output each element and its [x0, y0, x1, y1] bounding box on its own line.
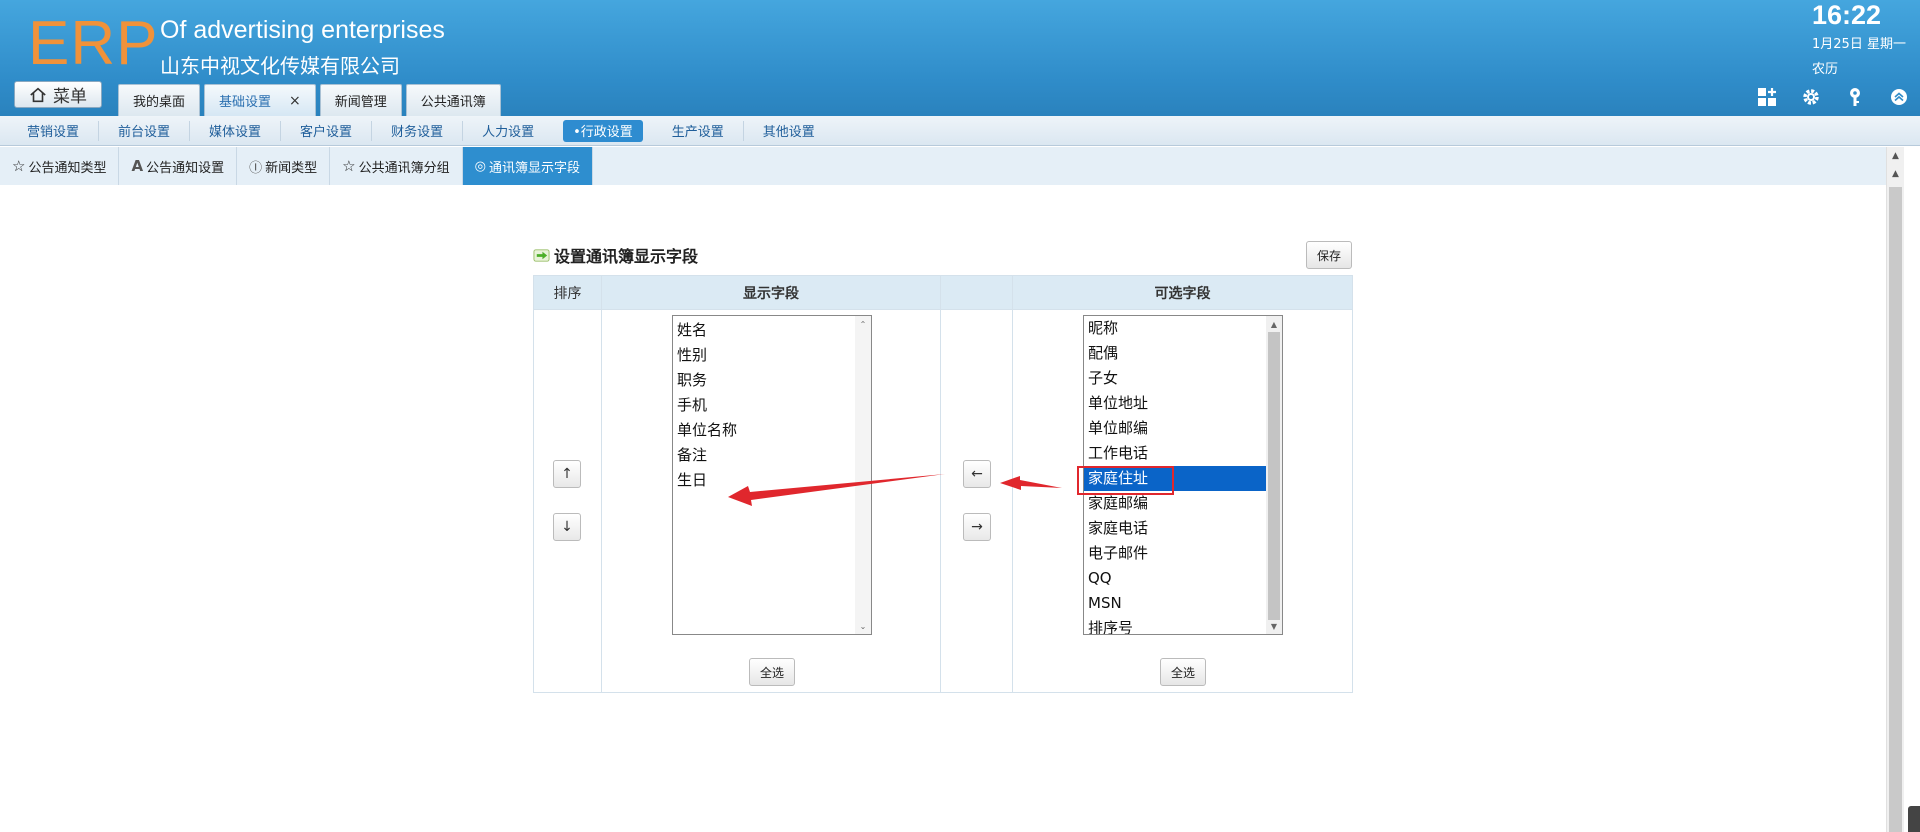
list-item[interactable]: 家庭电话 — [1084, 516, 1282, 541]
list-item[interactable]: 排序号 — [1084, 616, 1282, 634]
header-toolbar — [1756, 86, 1910, 108]
list-item[interactable]: 性别 — [673, 343, 871, 368]
list-item[interactable]: 子女 — [1084, 366, 1282, 391]
settings-menubar: 营销设置 前台设置 媒体设置 客户设置 财务设置 人力设置 •行政设置 生产设置… — [0, 116, 1920, 146]
select-all-available-button[interactable]: 全选 — [1160, 658, 1206, 686]
chevron-down-icon[interactable]: ⌄ — [855, 618, 871, 634]
list-item[interactable]: 单位邮编 — [1084, 416, 1282, 441]
move-to-available-button[interactable]: → — [963, 513, 991, 541]
sub-tab-bar: ☆ 公告通知类型 A 公告通知设置 Ⓘ 新闻类型 ☆ 公共通讯簿分组 ◎ 通讯簿… — [0, 147, 1886, 185]
listbox-scrollbar[interactable]: ⌃ ⌄ — [855, 316, 871, 634]
menu-customer-settings[interactable]: 客户设置 — [281, 120, 373, 141]
menu-production-settings[interactable]: 生产设置 — [653, 120, 744, 141]
list-item[interactable]: 姓名 — [673, 318, 871, 343]
subtab-addressbook-groups[interactable]: ☆ 公共通讯簿分组 — [330, 147, 463, 185]
move-cell — [940, 309, 1013, 693]
app-header: ERP Of advertising enterprises 山东中视文化传媒有… — [0, 0, 1920, 116]
menu-media-settings[interactable]: 媒体设置 — [190, 120, 282, 141]
menu-admin-settings[interactable]: •行政设置 — [563, 119, 643, 142]
menu-finance-settings[interactable]: 财务设置 — [372, 120, 464, 141]
top-tab-bar: 我的桌面 基础设置 × 新闻管理 公共通讯簿 — [118, 84, 501, 116]
panel-title: 设置通讯簿显示字段 — [533, 243, 698, 267]
list-item[interactable]: 生日 — [673, 468, 871, 493]
company-name: 山东中视文化传媒有限公司 — [160, 54, 400, 78]
tab-basic-settings[interactable]: 基础设置 × — [204, 84, 316, 116]
chevron-up-icon[interactable]: ▲ — [1266, 316, 1282, 332]
tagline-english: Of advertising enterprises — [160, 16, 445, 44]
list-item[interactable]: 单位地址 — [1084, 391, 1282, 416]
scroll-up-icon[interactable]: ▲ — [1887, 165, 1904, 183]
subtab-notice-settings[interactable]: A 公告通知设置 — [119, 147, 238, 185]
list-item[interactable]: 配偶 — [1084, 341, 1282, 366]
main-menu-label: 菜单 — [53, 87, 87, 107]
column-header-move — [940, 275, 1013, 310]
scroll-up-icon[interactable]: ▲ — [1887, 147, 1904, 165]
tab-my-desktop[interactable]: 我的桌面 — [118, 84, 201, 116]
list-item[interactable]: 手机 — [673, 393, 871, 418]
gear-icon[interactable] — [1800, 86, 1822, 108]
select-all-display-button[interactable]: 全选 — [749, 658, 795, 686]
list-item[interactable]: 工作电话 — [1084, 441, 1282, 466]
column-header-display: 显示字段 — [601, 275, 941, 310]
subtab-news-type[interactable]: Ⓘ 新闻类型 — [237, 147, 331, 185]
tab-public-addressbook[interactable]: 公共通讯簿 — [405, 84, 501, 116]
chevron-up-icon[interactable]: ⌃ — [855, 316, 871, 332]
clock-date: 1月25日 星期一 — [1812, 37, 1906, 52]
page-scrollbar[interactable]: ▲ ▲ — [1886, 147, 1904, 832]
key-icon[interactable] — [1844, 86, 1866, 108]
menu-other-settings[interactable]: 其他设置 — [744, 121, 834, 141]
lunar-calendar: 农历 — [1812, 62, 1839, 77]
listbox-scrollbar-thumb[interactable] — [1268, 332, 1280, 620]
sort-cell — [533, 309, 602, 693]
menu-marketing-settings[interactable]: 营销设置 — [8, 120, 100, 141]
list-item[interactable]: MSN — [1084, 591, 1282, 616]
move-down-button[interactable]: ↓ — [553, 513, 581, 541]
highlight-box — [1077, 466, 1174, 495]
column-header-available: 可选字段 — [1012, 275, 1353, 310]
clock-time: 16:22 — [1812, 0, 1882, 30]
list-item[interactable]: 职务 — [673, 368, 871, 393]
display-fields-listbox[interactable]: 姓名 性别 职务 手机 单位名称 备注 生日 ⌃ ⌄ — [672, 315, 872, 635]
subtab-notice-type[interactable]: ☆ 公告通知类型 — [0, 147, 120, 185]
save-button[interactable]: 保存 — [1306, 241, 1352, 269]
home-icon — [30, 87, 46, 102]
tab-news-management[interactable]: 新闻管理 — [319, 84, 402, 116]
star-icon: ☆ — [342, 157, 356, 175]
subtab-addressbook-display-fields[interactable]: ◎ 通讯簿显示字段 — [462, 147, 593, 185]
scrollbar-thumb[interactable] — [1889, 187, 1902, 832]
move-to-display-button[interactable]: ← — [963, 460, 991, 488]
move-up-button[interactable]: ↑ — [553, 460, 581, 488]
chevron-down-icon[interactable]: ▼ — [1266, 618, 1282, 634]
list-item[interactable]: QQ — [1084, 566, 1282, 591]
green-arrow-icon — [533, 248, 550, 262]
menu-hr-settings[interactable]: 人力设置 — [463, 121, 553, 141]
list-item[interactable]: 昵称 — [1084, 316, 1282, 341]
collapse-up-icon[interactable] — [1888, 86, 1910, 108]
pause-circle-icon: Ⓘ — [249, 160, 263, 176]
list-item[interactable]: 电子邮件 — [1084, 541, 1282, 566]
close-tab-icon[interactable]: × — [289, 93, 301, 109]
main-menu-button[interactable]: 菜单 — [14, 81, 102, 108]
menu-frontdesk-settings[interactable]: 前台设置 — [99, 120, 191, 141]
globe-icon: ◎ — [474, 158, 486, 174]
corner-widget — [1908, 806, 1920, 832]
column-header-sort: 排序 — [533, 275, 602, 310]
font-icon: A — [131, 157, 144, 175]
list-item[interactable]: 单位名称 — [673, 418, 871, 443]
list-item[interactable]: 备注 — [673, 443, 871, 468]
erp-logo: ERP — [28, 9, 159, 78]
listbox-scrollbar[interactable]: ▲ ▼ — [1266, 316, 1282, 634]
dashboard-icon[interactable] — [1756, 86, 1778, 108]
star-icon: ☆ — [12, 157, 26, 175]
